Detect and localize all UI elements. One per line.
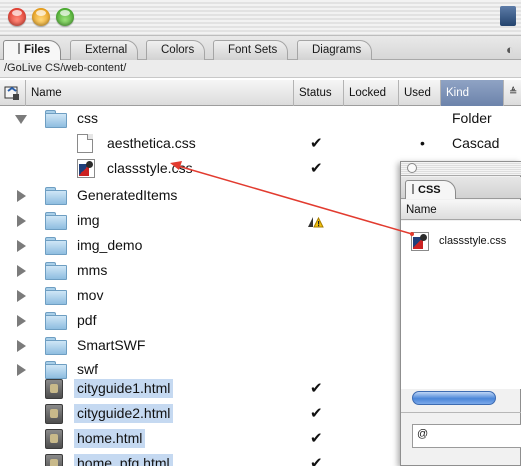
file-name: GeneratedItems (77, 187, 178, 203)
tab-label: Font Sets (228, 44, 278, 56)
tab-label: External (85, 44, 128, 56)
tab-files[interactable]: Files (3, 40, 62, 60)
css-palette-window: CSS Name classstyle.css @ (400, 161, 521, 466)
used-bullet: • (420, 135, 425, 151)
file-name: mov (77, 287, 104, 303)
at-sign-icon: @ (417, 428, 429, 440)
column-used[interactable]: Used (399, 80, 441, 106)
disclosure-triangle-icon[interactable] (17, 340, 26, 352)
status-checkmark: ✔ (310, 135, 323, 152)
tab-label: Diagrams (312, 44, 362, 56)
folder-icon (45, 212, 67, 230)
file-name: aesthetica.css (107, 135, 196, 151)
column-header: Name Status Locked Used Kind ≜ (0, 80, 521, 106)
disclosure-triangle-icon[interactable] (17, 290, 26, 302)
tab-label: Colors (161, 44, 195, 56)
file-name: img_demo (77, 237, 143, 253)
html-file-icon (45, 379, 63, 399)
folder-icon (45, 262, 67, 280)
folder-icon (45, 287, 67, 305)
tab-external[interactable]: External (70, 40, 139, 60)
folder-icon (45, 337, 67, 355)
folder-icon (45, 187, 67, 205)
zoom-window-button[interactable] (56, 8, 74, 26)
palette-item-label: classstyle.css (439, 235, 507, 247)
column-name[interactable]: Name (26, 80, 294, 106)
progress-bar (412, 391, 496, 405)
palette-column-name[interactable]: Name (401, 200, 521, 220)
html-file-icon (45, 429, 63, 449)
disclosure-triangle-icon[interactable] (17, 364, 26, 376)
site-view-icon[interactable] (0, 80, 26, 106)
site-path-bar: /GoLive CS/web-content/ (0, 60, 521, 78)
app-icon[interactable] (500, 6, 516, 26)
file-name: home.html (74, 429, 146, 448)
html-file-icon (45, 404, 63, 424)
disclosure-triangle-icon[interactable] (17, 240, 26, 252)
palette-list: classstyle.css (401, 221, 521, 389)
file-name: cityguide2.html (74, 404, 174, 423)
palette-tab-bar: Files External Colors Font Sets Diagrams… (0, 36, 521, 60)
list-item-folder-css[interactable]: css Folder (0, 107, 521, 130)
column-kind[interactable]: Kind (441, 80, 504, 106)
folder-icon (45, 110, 67, 128)
status-checkmark: ✔ (310, 405, 323, 422)
palette-tab-bar: CSS (401, 177, 521, 199)
file-name: mms (77, 262, 108, 278)
tab-grip-icon (18, 43, 20, 54)
file-name: classstyle.css (107, 160, 193, 176)
status-checkmark: ✔ (310, 160, 323, 177)
column-sort-icon[interactable]: ≜ (504, 80, 521, 106)
file-name: home_pfg.html (74, 454, 173, 466)
tab-label: Files (24, 44, 51, 56)
disclosure-triangle-icon[interactable] (17, 265, 26, 277)
column-locked[interactable]: Locked (344, 80, 399, 106)
folder-icon (45, 312, 67, 330)
folder-icon (45, 237, 67, 255)
file-name: pdf (77, 312, 97, 328)
document-icon (77, 134, 93, 153)
column-status[interactable]: Status (294, 80, 344, 106)
divider (401, 412, 521, 413)
folder-icon (45, 361, 67, 379)
disclosure-triangle-icon[interactable] (15, 115, 27, 124)
tab-grip-icon (412, 184, 414, 194)
tab-diagrams[interactable]: Diagrams (297, 40, 373, 60)
url-field[interactable]: @ (412, 424, 521, 448)
tab-css[interactable]: CSS (405, 180, 456, 199)
kind-value: Cascad (452, 135, 500, 151)
list-item-file-aesthetica[interactable]: aesthetica.css ✔ • Cascad (0, 132, 521, 155)
minimize-window-button[interactable] (32, 8, 50, 26)
palette-menu-icon[interactable]: ◐ (506, 42, 514, 57)
status-checkmark: ✔ (310, 380, 323, 397)
tab-label: CSS (418, 184, 441, 196)
css-file-icon (411, 232, 429, 251)
window-titlebar (0, 0, 521, 36)
css-file-icon (77, 159, 95, 178)
disclosure-triangle-icon[interactable] (17, 190, 26, 202)
tab-font-sets[interactable]: Font Sets (213, 40, 289, 60)
file-name: cityguide1.html (74, 379, 174, 398)
disclosure-triangle-icon[interactable] (17, 315, 26, 327)
kind-value: Folder (452, 110, 492, 126)
html-file-icon (45, 454, 63, 466)
disclosure-triangle-icon[interactable] (17, 215, 26, 227)
file-name: css (77, 110, 98, 126)
close-window-button[interactable] (8, 8, 26, 26)
palette-close-icon[interactable] (407, 163, 417, 173)
palette-list-item[interactable]: classstyle.css (401, 230, 521, 252)
status-checkmark: ✔ (310, 455, 323, 466)
warning-icon (308, 216, 324, 228)
file-name: SmartSWF (77, 337, 146, 353)
tab-colors[interactable]: Colors (146, 40, 206, 60)
status-checkmark: ✔ (310, 430, 323, 447)
palette-titlebar[interactable] (401, 162, 521, 176)
file-name: img (77, 212, 100, 228)
